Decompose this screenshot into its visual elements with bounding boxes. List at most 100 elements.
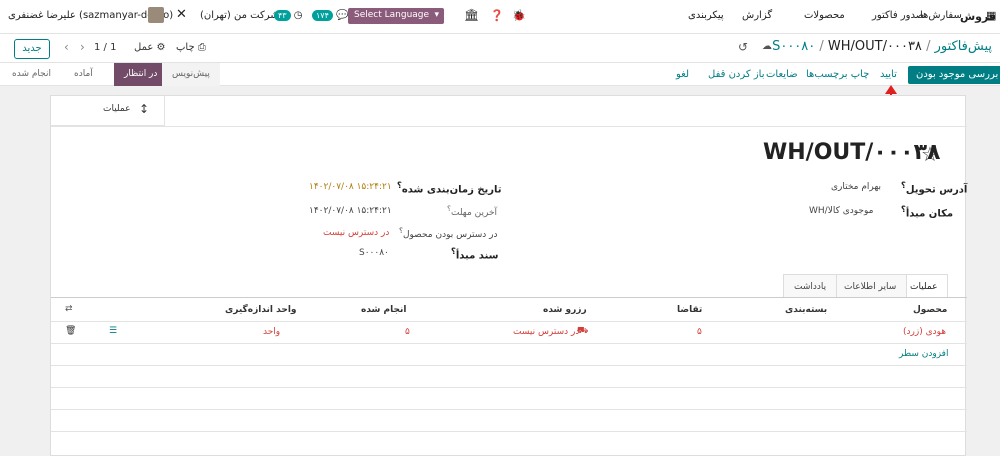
row-product[interactable]: هودی (زرد) xyxy=(903,327,946,337)
avatar[interactable] xyxy=(148,7,164,23)
breadcrumb-current: WH/OUT/۰۰۰۳۸ xyxy=(827,39,922,54)
column-demand[interactable]: تقاضا xyxy=(677,305,702,315)
field-label: آدرس تحویل xyxy=(905,184,968,196)
column-done[interactable]: انجام شده xyxy=(361,305,406,315)
company-switcher[interactable]: شرکت من (تهران) xyxy=(200,10,279,21)
column-reserved[interactable]: رزرو شده xyxy=(543,305,587,315)
menu-products[interactable]: محصولات xyxy=(804,10,845,21)
empty-row xyxy=(51,388,967,410)
chevron-down-icon: ▾ xyxy=(434,10,439,20)
control-panel: جدید ‹ › 1 / 1 عمل ⚙ چاپ ⎙ ↺ ☁ پیش‌فاکتو… xyxy=(0,34,1000,62)
field-label: آخرین مهلت xyxy=(450,208,498,218)
tab-other-info[interactable]: سایر اطلاعات xyxy=(833,274,908,298)
breadcrumb-separator: / xyxy=(819,39,824,54)
new-button[interactable]: جدید xyxy=(14,39,50,59)
arrows-vertical-icon: ↕ xyxy=(139,102,150,116)
clock-icon: ◷ xyxy=(293,10,303,21)
record-title: WH/OUT/۰۰۰۳۸ xyxy=(763,140,941,165)
smart-button-operations[interactable]: عملیات ↕ xyxy=(51,96,165,126)
deadline-label: آخرین مهلت؟ xyxy=(447,204,498,218)
stage-done[interactable]: انجام شده xyxy=(12,63,51,86)
add-line-link[interactable]: افزودن سطر xyxy=(899,349,948,359)
row-done[interactable]: ۵ xyxy=(405,327,410,337)
source-document-label: سند مبدأ؟ xyxy=(451,246,499,262)
help-icon[interactable]: ❓ xyxy=(490,9,504,22)
menu-invoicing[interactable]: صدور فاکتور xyxy=(872,10,924,21)
field-label: مکان مبدأ xyxy=(905,208,954,220)
trash-icon[interactable]: 🗑 xyxy=(65,326,76,336)
field-label: در دسترس بودن محصول xyxy=(402,230,498,240)
field-label: تاریخ زمان‌بندی شده xyxy=(401,184,502,196)
bank-icon[interactable]: 🏛 xyxy=(464,8,479,22)
chat-icon: 💬 xyxy=(336,10,349,21)
apps-grid-icon[interactable]: ▦ xyxy=(986,9,996,22)
breadcrumb-order[interactable]: S۰۰۰۸۰ xyxy=(772,39,815,54)
field-label: سند مبدأ xyxy=(455,250,499,262)
stage-draft[interactable]: پیش‌نویس xyxy=(162,63,220,86)
activity-badge: ۴۳ xyxy=(274,10,291,21)
empty-row xyxy=(51,366,967,388)
forecast-truck-icon[interactable]: ⛟ xyxy=(577,326,588,337)
row-demand[interactable]: ۵ xyxy=(697,327,702,337)
optional-columns-icon[interactable]: ⇄ xyxy=(65,304,73,314)
print-menu[interactable]: چاپ ⎙ xyxy=(176,42,206,53)
breadcrumb-parent[interactable]: پیش‌فاکتور xyxy=(935,39,992,54)
check-availability-button[interactable]: بررسی موجود بودن xyxy=(908,66,1000,84)
discard-icon[interactable]: ↺ xyxy=(738,40,748,54)
availability-value: در دسترس نیست xyxy=(323,228,390,238)
source-document-value[interactable]: S۰۰۰۸۰ xyxy=(359,248,389,258)
print-icon: ⎙ xyxy=(197,42,206,53)
print-labels-button[interactable]: چاپ برچسب‌ها xyxy=(806,66,869,84)
cancel-button[interactable]: لغو xyxy=(676,66,689,84)
cloud-save-icon[interactable]: ☁ xyxy=(762,41,772,52)
activity-clock[interactable]: ۴۳ ◷ xyxy=(274,10,303,21)
chevron-right-icon[interactable]: › xyxy=(80,40,85,54)
top-navbar: علیرضا غضنفری (sazmanyar-demo) ✕ شرکت من… xyxy=(0,0,1000,34)
table-header: ⇄ واحد اندازه‌گیری انجام شده رزرو شده تق… xyxy=(51,298,967,322)
pager-value[interactable]: 1 / 1 xyxy=(94,42,116,53)
menu-configuration[interactable]: پیکربندی xyxy=(688,10,724,21)
stage-ready[interactable]: آماده xyxy=(74,63,93,86)
button-box-divider xyxy=(51,126,967,127)
chat-badge: ۱۷۴ xyxy=(312,10,333,21)
tools-icon[interactable]: ✕ xyxy=(176,7,187,22)
chat-menu[interactable]: ۱۷۴ 💬 xyxy=(312,10,349,21)
scrap-button[interactable]: ضایعات xyxy=(766,66,798,84)
details-list-icon[interactable]: ☰ xyxy=(109,326,117,336)
column-uom[interactable]: واحد اندازه‌گیری xyxy=(225,305,297,315)
validate-button[interactable]: تایید xyxy=(880,66,897,84)
operations-label: عملیات xyxy=(103,104,131,114)
column-packaging[interactable]: بسته‌بندی xyxy=(785,305,827,315)
source-location-label: مکان مبدأ؟ xyxy=(901,204,954,220)
gear-icon: ⚙ xyxy=(156,42,166,53)
column-product[interactable]: محصول xyxy=(913,305,947,315)
add-line-row: افزودن سطر xyxy=(51,344,967,366)
language-select-label: Select Language xyxy=(354,10,430,20)
status-bar: انجام شده آماده در انتظار پیش‌نویس لغو ب… xyxy=(0,62,1000,86)
deadline-value[interactable]: ۱۴۰۲/۰۷/۰۸ ۱۵:۲۴:۲۱ xyxy=(309,206,392,216)
tab-note[interactable]: یادداشت xyxy=(783,274,838,298)
availability-label: در دسترس بودن محصول؟ xyxy=(399,226,498,240)
chevron-left-icon[interactable]: ‹ xyxy=(64,40,69,54)
action-menu[interactable]: عمل ⚙ xyxy=(134,42,165,53)
row-reserved: در دسترس نیست xyxy=(513,327,580,337)
scheduled-date-value[interactable]: ۱۴۰۲/۰۷/۰۸ ۱۵:۲۴:۲۱ xyxy=(309,182,392,192)
delivery-address-label: آدرس تحویل؟ xyxy=(901,180,968,196)
bug-icon[interactable]: 🐞 xyxy=(512,9,526,22)
source-location-value[interactable]: WH/موجودی کالا xyxy=(809,206,873,216)
empty-row xyxy=(51,410,967,432)
breadcrumb-separator: / xyxy=(926,39,931,54)
row-uom[interactable]: واحد xyxy=(263,327,280,337)
scheduled-date-label: تاریخ زمان‌بندی شده؟ xyxy=(397,180,502,196)
delivery-address-value[interactable]: بهرام مختاری xyxy=(831,182,881,192)
stage-waiting[interactable]: در انتظار xyxy=(114,63,168,86)
table-row[interactable]: 🗑 ☰ واحد ۵ در دسترس نیست ⛟ ۵ هودی (زرد) xyxy=(51,322,967,344)
language-select[interactable]: Select Language ▾ xyxy=(348,8,444,24)
action-label: عمل xyxy=(134,42,154,53)
breadcrumb: پیش‌فاکتور / S۰۰۰۸۰ / WH/OUT/۰۰۰۳۸ xyxy=(772,39,992,54)
print-label: چاپ xyxy=(176,42,195,53)
form-sheet: عملیات ↕ ☆ WH/OUT/۰۰۰۳۸ آدرس تحویل؟ بهرا… xyxy=(50,95,968,456)
menu-reporting[interactable]: گزارش xyxy=(742,10,772,21)
menu-orders[interactable]: سفارش‌ها xyxy=(920,10,962,21)
unlock-button[interactable]: باز کردن قفل xyxy=(708,66,765,84)
